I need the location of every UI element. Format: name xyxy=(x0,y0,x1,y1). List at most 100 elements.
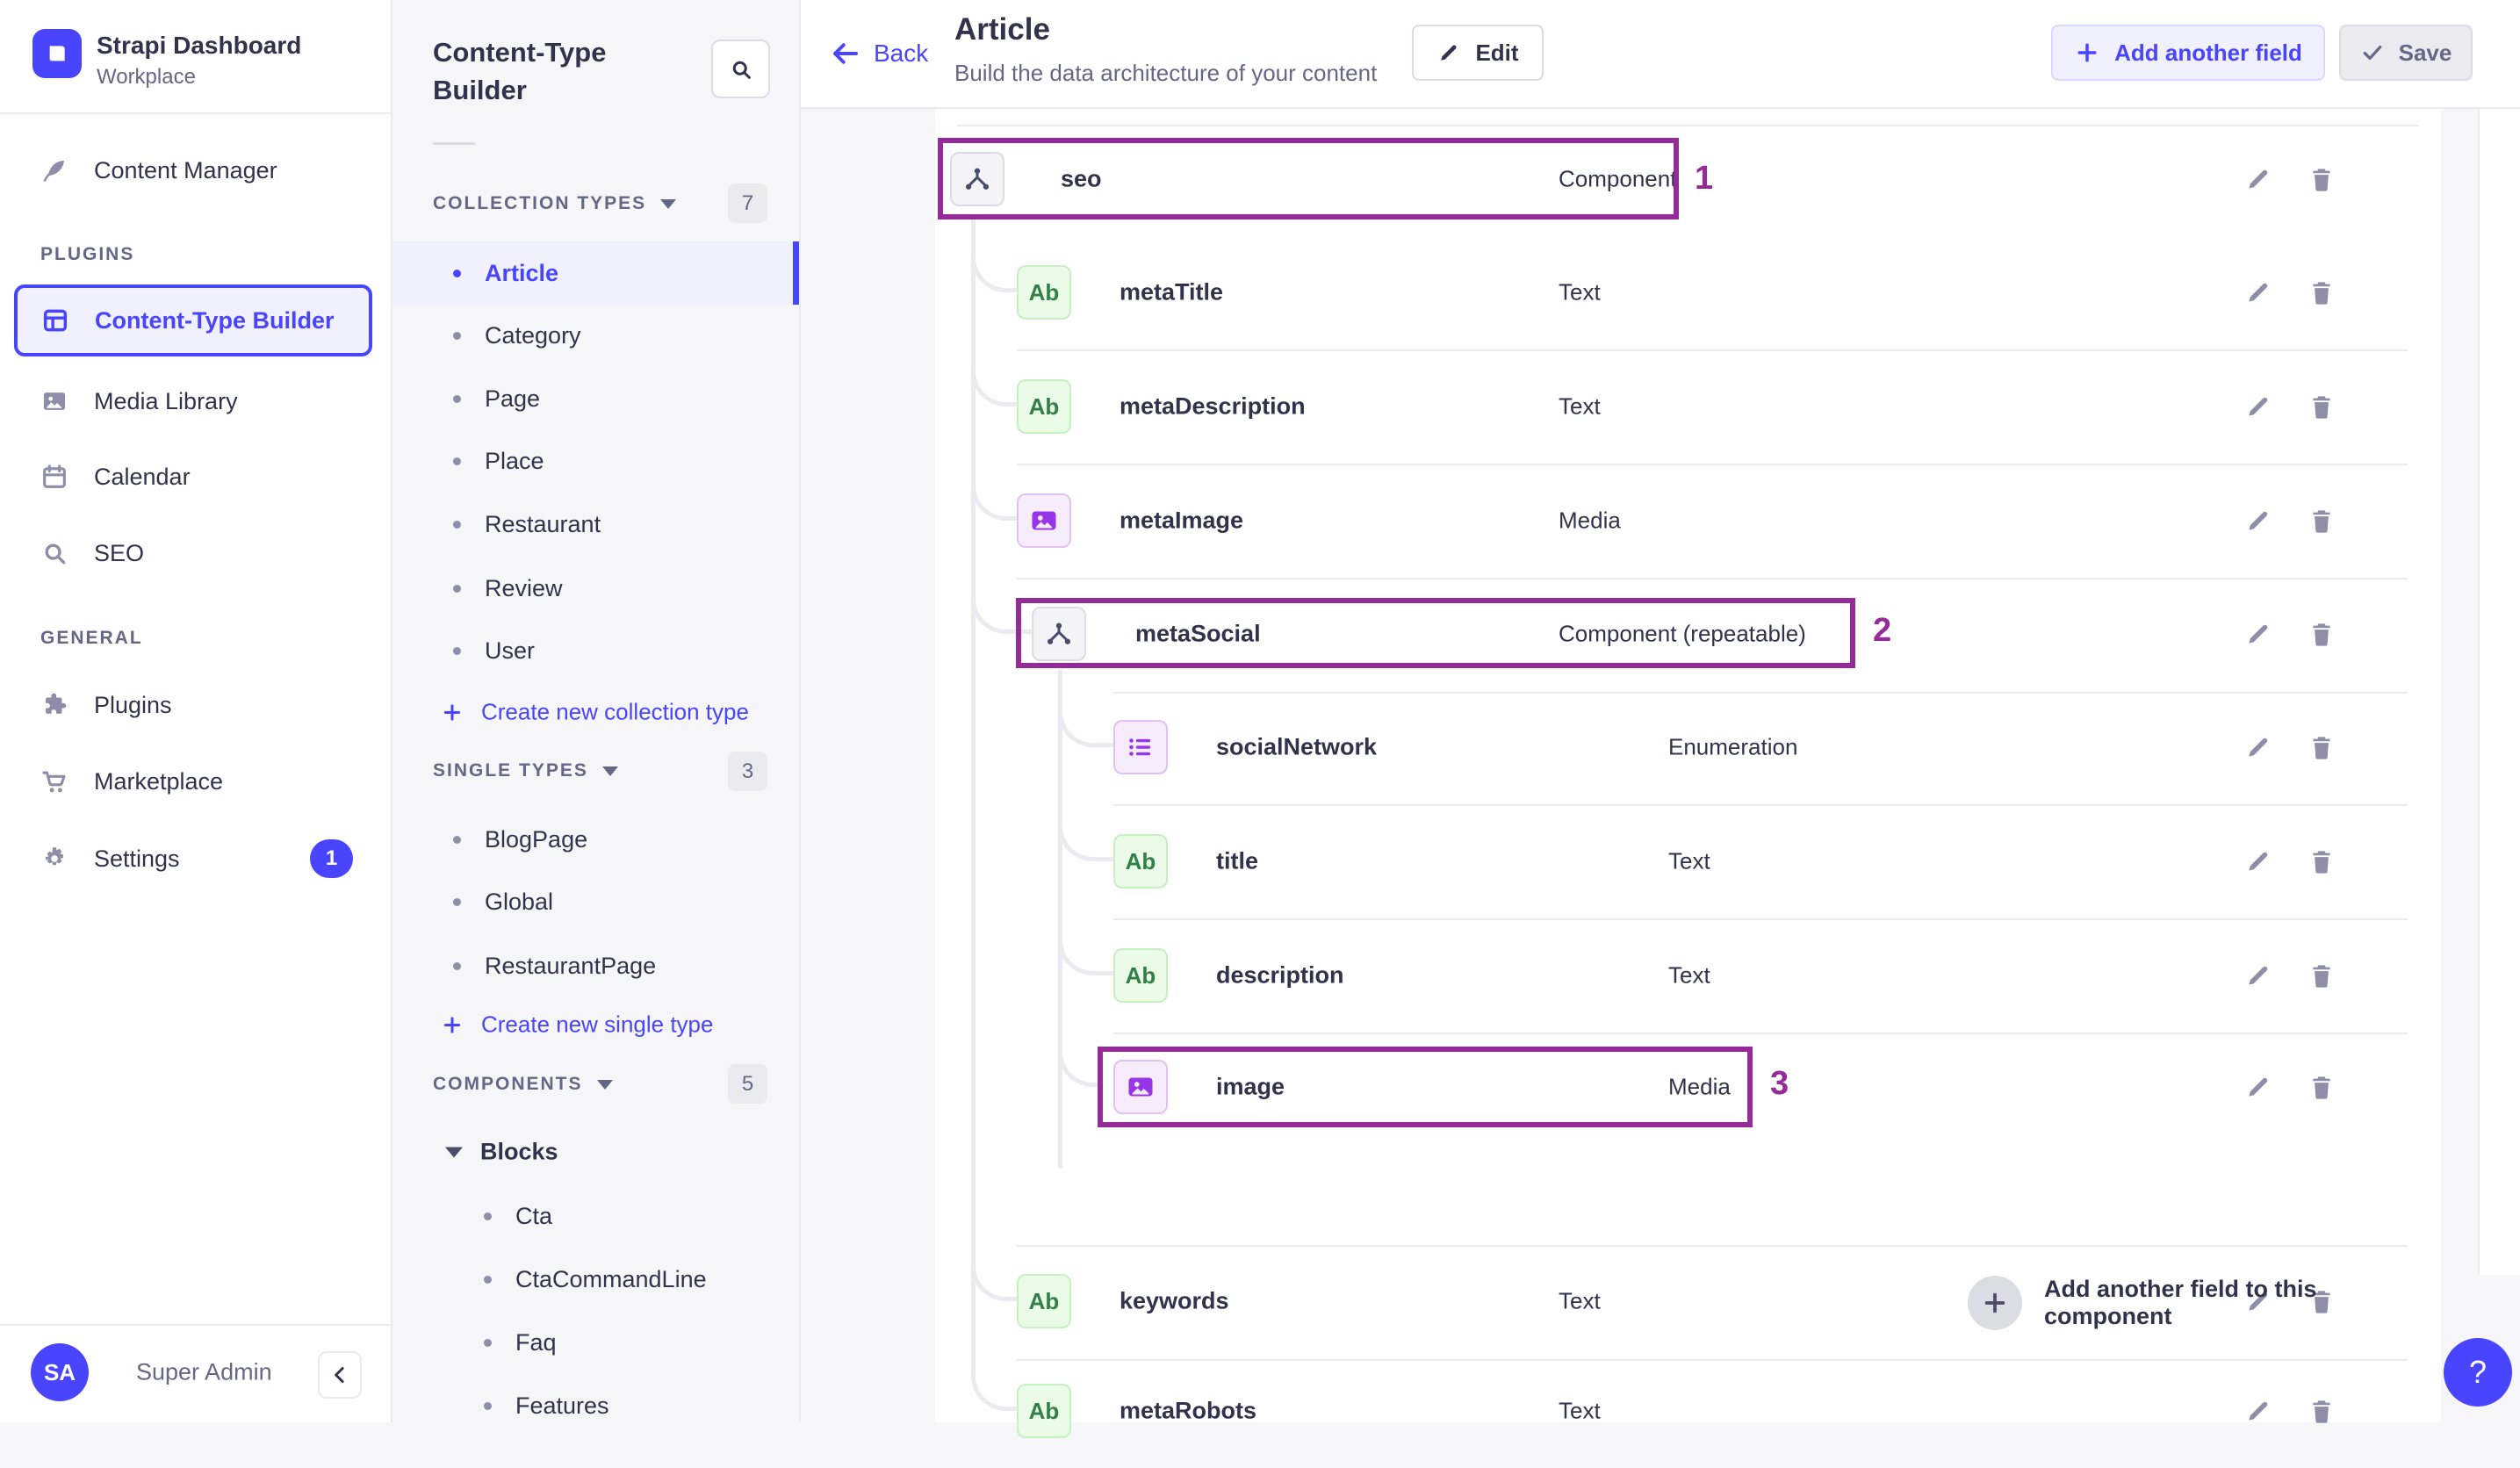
delete-field-button[interactable] xyxy=(2307,961,2336,990)
single-type-global[interactable]: Global xyxy=(391,870,799,933)
delete-field-button[interactable] xyxy=(2307,619,2336,649)
component-faq[interactable]: Faq xyxy=(391,1311,799,1374)
field-name: metaTitle xyxy=(1120,278,1224,306)
button-label: Add another field xyxy=(2114,39,2302,66)
search-button[interactable] xyxy=(711,40,770,98)
trash-icon xyxy=(2307,732,2336,762)
pencil-icon xyxy=(2243,392,2273,421)
edit-field-button[interactable] xyxy=(2243,392,2273,421)
trash-icon xyxy=(2307,164,2336,194)
edit-field-button[interactable] xyxy=(2243,619,2273,649)
edit-field-button[interactable] xyxy=(2243,732,2273,762)
item-label: Review xyxy=(485,574,563,601)
check-icon xyxy=(2360,40,2385,65)
scrollbar-track[interactable] xyxy=(2478,107,2520,1275)
collection-type-page[interactable]: Page xyxy=(391,367,799,430)
delete-field-button[interactable] xyxy=(2307,732,2336,762)
back-link[interactable]: Back xyxy=(830,38,928,69)
create-collection-type-link[interactable]: Create new collection type xyxy=(441,699,749,726)
chevron-down-icon xyxy=(445,1147,463,1157)
item-label: BlogPage xyxy=(485,825,588,853)
item-label: CtaCommandLine xyxy=(515,1265,707,1292)
single-type-blogpage[interactable]: BlogPage xyxy=(391,808,799,871)
component-ctacommandline[interactable]: CtaCommandLine xyxy=(391,1248,799,1311)
add-field-to-component-button[interactable] xyxy=(1968,1276,2022,1330)
components-header[interactable]: COMPONENTS xyxy=(433,1074,613,1095)
edit-button[interactable]: Edit xyxy=(1412,25,1544,81)
text-field-icon: Ab xyxy=(1017,265,1071,320)
sidebar-item-content-manager[interactable]: Content Manager xyxy=(40,142,277,198)
component-group-blocks[interactable]: Blocks xyxy=(445,1139,558,1166)
help-button[interactable]: ? xyxy=(2444,1338,2512,1407)
field-type: Text xyxy=(1559,278,1601,306)
collapse-sidebar-button[interactable] xyxy=(318,1351,362,1399)
fields-card: seo Component Ab metaTitle Text Ab metaD… xyxy=(935,107,2441,1438)
delete-field-button[interactable] xyxy=(2307,1396,2336,1426)
components-count: 5 xyxy=(728,1064,767,1104)
sidebar-item-content-type-builder[interactable]: Content-Type Builder xyxy=(14,284,372,356)
chevron-left-icon xyxy=(327,1362,353,1388)
field-type: Enumeration xyxy=(1668,733,1798,760)
collection-type-review[interactable]: Review xyxy=(391,557,799,620)
sidebar-item-media-library[interactable]: Media Library xyxy=(40,373,238,429)
bullet-icon xyxy=(453,646,461,655)
edit-field-button[interactable] xyxy=(2243,1396,2273,1426)
component-cta[interactable]: Cta xyxy=(391,1184,799,1248)
item-label: Features xyxy=(515,1392,609,1419)
chevron-down-icon xyxy=(660,198,677,209)
sidebar-item-settings[interactable]: Settings xyxy=(40,831,180,887)
edit-field-button[interactable] xyxy=(2243,1072,2273,1102)
sidebar-item-seo[interactable]: SEO xyxy=(40,525,144,581)
delete-field-button[interactable] xyxy=(2307,846,2336,876)
strapi-logo xyxy=(32,29,82,78)
sidebar-item-label: Content-Type Builder xyxy=(95,306,335,334)
plus-icon xyxy=(441,1013,464,1036)
sidebar-item-label: Plugins xyxy=(94,691,172,718)
field-name: metaSocial xyxy=(1135,620,1261,647)
collection-type-user[interactable]: User xyxy=(391,619,799,682)
field-type: Text xyxy=(1559,1397,1601,1424)
single-types-header[interactable]: SINGLE TYPES xyxy=(433,760,618,781)
media-field-icon xyxy=(1017,493,1071,548)
trash-icon xyxy=(2307,961,2336,990)
delete-field-button[interactable] xyxy=(2307,1072,2336,1102)
delete-field-button[interactable] xyxy=(2307,506,2336,536)
bullet-icon xyxy=(484,1338,492,1347)
delete-field-button[interactable] xyxy=(2307,164,2336,194)
collection-type-place[interactable]: Place xyxy=(391,429,799,493)
single-types-count: 3 xyxy=(728,752,767,791)
sidebar-item-marketplace[interactable]: Marketplace xyxy=(40,753,223,810)
create-single-type-link[interactable]: Create new single type xyxy=(441,1011,713,1039)
avatar[interactable]: SA xyxy=(31,1343,89,1401)
field-type: Text xyxy=(1668,961,1710,989)
item-label: Category xyxy=(485,321,581,349)
collection-type-category[interactable]: Category xyxy=(391,304,799,367)
pencil-icon xyxy=(2243,732,2273,762)
edit-field-button[interactable] xyxy=(2243,961,2273,990)
sidebar-item-label: Calendar xyxy=(94,463,191,490)
collection-type-restaurant[interactable]: Restaurant xyxy=(391,493,799,556)
edit-field-button[interactable] xyxy=(2243,164,2273,194)
edit-field-button[interactable] xyxy=(2243,846,2273,876)
field-type: Text xyxy=(1559,392,1601,420)
trash-icon xyxy=(2307,619,2336,649)
single-type-restaurantpage[interactable]: RestaurantPage xyxy=(391,934,799,997)
panel-title: Content-Type Builder xyxy=(433,37,607,105)
edit-field-button[interactable] xyxy=(2243,506,2273,536)
collection-types-header[interactable]: COLLECTION TYPES xyxy=(433,193,677,214)
field-type: Text xyxy=(1559,1287,1601,1314)
component-features[interactable]: Features xyxy=(391,1374,799,1437)
app-title: Strapi Dashboard xyxy=(97,32,302,59)
field-name: seo xyxy=(1061,165,1102,192)
bullet-icon xyxy=(453,331,461,340)
collection-type-article[interactable]: Article xyxy=(391,241,799,305)
sidebar-item-calendar[interactable]: Calendar xyxy=(40,449,191,505)
delete-field-button[interactable] xyxy=(2307,277,2336,307)
add-field-to-component-label[interactable]: Add another field to this component xyxy=(2044,1276,2441,1330)
edit-field-button[interactable] xyxy=(2243,277,2273,307)
add-another-field-button[interactable]: Add another field xyxy=(2051,25,2325,81)
delete-field-button[interactable] xyxy=(2307,392,2336,421)
save-button[interactable]: Save xyxy=(2339,25,2473,81)
sidebar-item-plugins[interactable]: Plugins xyxy=(40,677,172,733)
field-name: keywords xyxy=(1120,1287,1229,1314)
